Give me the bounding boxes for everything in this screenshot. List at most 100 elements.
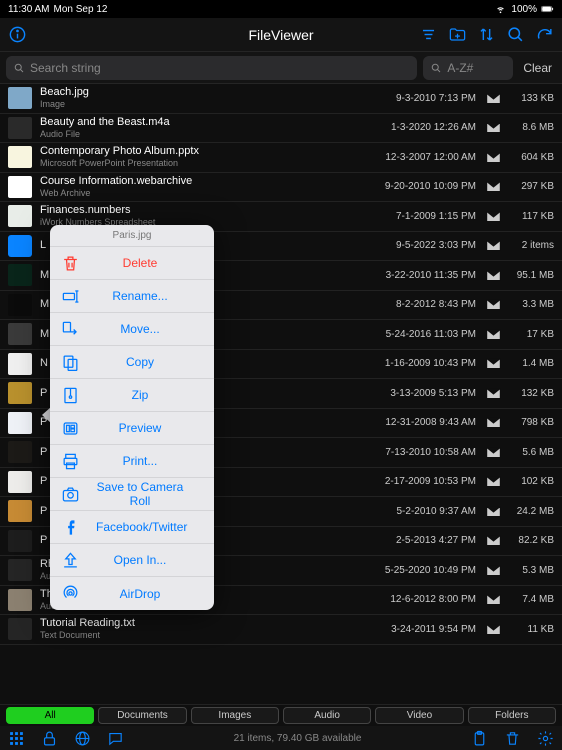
mail-icon[interactable] — [484, 211, 502, 222]
wifi-icon — [494, 4, 507, 14]
file-size: 117 KB — [510, 211, 554, 222]
status-bar: 11:30 AM Mon Sep 12 100% — [0, 0, 562, 18]
file-row[interactable]: Tutorial Reading.txtText Document3-24-20… — [0, 615, 562, 645]
mail-icon[interactable] — [484, 299, 502, 310]
ctx-camera[interactable]: Save to Camera Roll — [50, 478, 214, 511]
ctx-print[interactable]: Print... — [50, 445, 214, 478]
mail-icon[interactable] — [484, 388, 502, 399]
ctx-rename[interactable]: Rename... — [50, 280, 214, 313]
ctx-zip[interactable]: Zip — [50, 379, 214, 412]
mail-icon[interactable] — [484, 417, 502, 428]
tab-images[interactable]: Images — [191, 707, 279, 724]
grid-view-icon[interactable] — [8, 730, 25, 747]
ctx-label: Facebook/Twitter — [96, 520, 207, 534]
mail-icon[interactable] — [484, 565, 502, 576]
sort-icon[interactable] — [477, 25, 496, 44]
file-thumbnail — [8, 87, 32, 109]
file-info: Beach.jpgImage — [40, 86, 368, 110]
mail-icon[interactable] — [484, 93, 502, 104]
filter-icon[interactable] — [419, 25, 438, 44]
mail-icon[interactable] — [484, 152, 502, 163]
search-glass-icon — [13, 62, 25, 74]
mail-icon[interactable] — [484, 329, 502, 340]
lock-icon[interactable] — [41, 730, 58, 747]
file-row[interactable]: Beach.jpgImage9-3-2010 7:13 PM133 KB — [0, 84, 562, 114]
mail-icon[interactable] — [484, 506, 502, 517]
file-date: 9-5-2022 3:03 PM — [376, 240, 476, 251]
refresh-icon[interactable] — [535, 25, 554, 44]
ctx-trash[interactable]: Delete — [50, 247, 214, 280]
file-date: 8-2-2012 8:43 PM — [376, 299, 476, 310]
mail-icon[interactable] — [484, 447, 502, 458]
file-size: 8.6 MB — [510, 122, 554, 133]
ctx-openin[interactable]: Open In... — [50, 544, 214, 577]
file-thumbnail — [8, 205, 32, 227]
file-date: 1-16-2009 10:43 PM — [376, 358, 476, 369]
file-size: 17 KB — [510, 329, 554, 340]
file-thumbnail — [8, 441, 32, 463]
ctx-preview[interactable]: Preview — [50, 412, 214, 445]
ctx-copy[interactable]: Copy — [50, 346, 214, 379]
file-type: Image — [40, 99, 368, 110]
file-thumbnail — [8, 117, 32, 139]
search-input[interactable]: Search string — [6, 56, 417, 80]
file-size: 133 KB — [510, 93, 554, 104]
tab-folders[interactable]: Folders — [468, 707, 556, 724]
file-date: 3-24-2011 9:54 PM — [376, 624, 476, 635]
mail-icon[interactable] — [484, 535, 502, 546]
mail-icon[interactable] — [484, 240, 502, 251]
filter-input[interactable]: A-Z# — [423, 56, 513, 80]
mail-icon[interactable] — [484, 270, 502, 281]
ctx-label: Open In... — [96, 553, 204, 567]
file-size: 95.1 MB — [510, 270, 554, 281]
file-row[interactable]: Contemporary Photo Album.pptxMicrosoft P… — [0, 143, 562, 173]
file-size: 2 items — [510, 240, 554, 251]
file-size: 5.3 MB — [510, 565, 554, 576]
file-size: 604 KB — [510, 152, 554, 163]
mail-icon[interactable] — [484, 358, 502, 369]
file-date: 2-5-2013 4:27 PM — [376, 535, 476, 546]
preview-icon — [60, 419, 80, 438]
file-type: Microsoft PowerPoint Presentation — [40, 158, 368, 169]
mail-icon[interactable] — [484, 594, 502, 605]
paste-icon[interactable] — [471, 730, 488, 747]
mail-icon[interactable] — [484, 181, 502, 192]
mail-icon[interactable] — [484, 476, 502, 487]
airdrop-icon — [60, 584, 80, 603]
tab-documents[interactable]: Documents — [98, 707, 186, 724]
file-thumbnail — [8, 412, 32, 434]
search-icon[interactable] — [506, 25, 525, 44]
nav-bar: FileViewer — [0, 18, 562, 52]
globe-icon[interactable] — [74, 730, 91, 747]
ctx-label: Move... — [96, 322, 204, 336]
file-thumbnail — [8, 264, 32, 286]
mail-icon[interactable] — [484, 624, 502, 635]
ctx-move[interactable]: Move... — [50, 313, 214, 346]
mail-icon[interactable] — [484, 122, 502, 133]
file-date: 3-22-2010 11:35 PM — [376, 270, 476, 281]
tab-audio[interactable]: Audio — [283, 707, 371, 724]
tab-all[interactable]: All — [6, 707, 94, 724]
file-thumbnail — [8, 618, 32, 640]
trash-toolbar-icon[interactable] — [504, 730, 521, 747]
ctx-airdrop[interactable]: AirDrop — [50, 577, 214, 610]
gear-icon[interactable] — [537, 730, 554, 747]
file-thumbnail — [8, 471, 32, 493]
chat-icon[interactable] — [107, 730, 124, 747]
ctx-label: AirDrop — [96, 587, 204, 601]
tab-video[interactable]: Video — [375, 707, 463, 724]
file-size: 24.2 MB — [510, 506, 554, 517]
file-size: 102 KB — [510, 476, 554, 487]
file-row[interactable]: Course Information.webarchiveWeb Archive… — [0, 173, 562, 203]
openin-icon — [60, 551, 80, 570]
file-date: 12-6-2012 8:00 PM — [376, 594, 476, 605]
file-name: Beauty and the Beast.m4a — [40, 116, 368, 129]
ctx-social[interactable]: Facebook/Twitter — [50, 511, 214, 544]
file-name: Tutorial Reading.txt — [40, 617, 368, 630]
file-size: 132 KB — [510, 388, 554, 399]
clear-button[interactable]: Clear — [519, 61, 556, 75]
file-date: 5-25-2020 10:49 PM — [376, 565, 476, 576]
file-row[interactable]: Beauty and the Beast.m4aAudio File1-3-20… — [0, 114, 562, 144]
new-folder-icon[interactable] — [448, 25, 467, 44]
bottom-toolbar: 21 items, 79.40 GB available — [0, 726, 562, 750]
